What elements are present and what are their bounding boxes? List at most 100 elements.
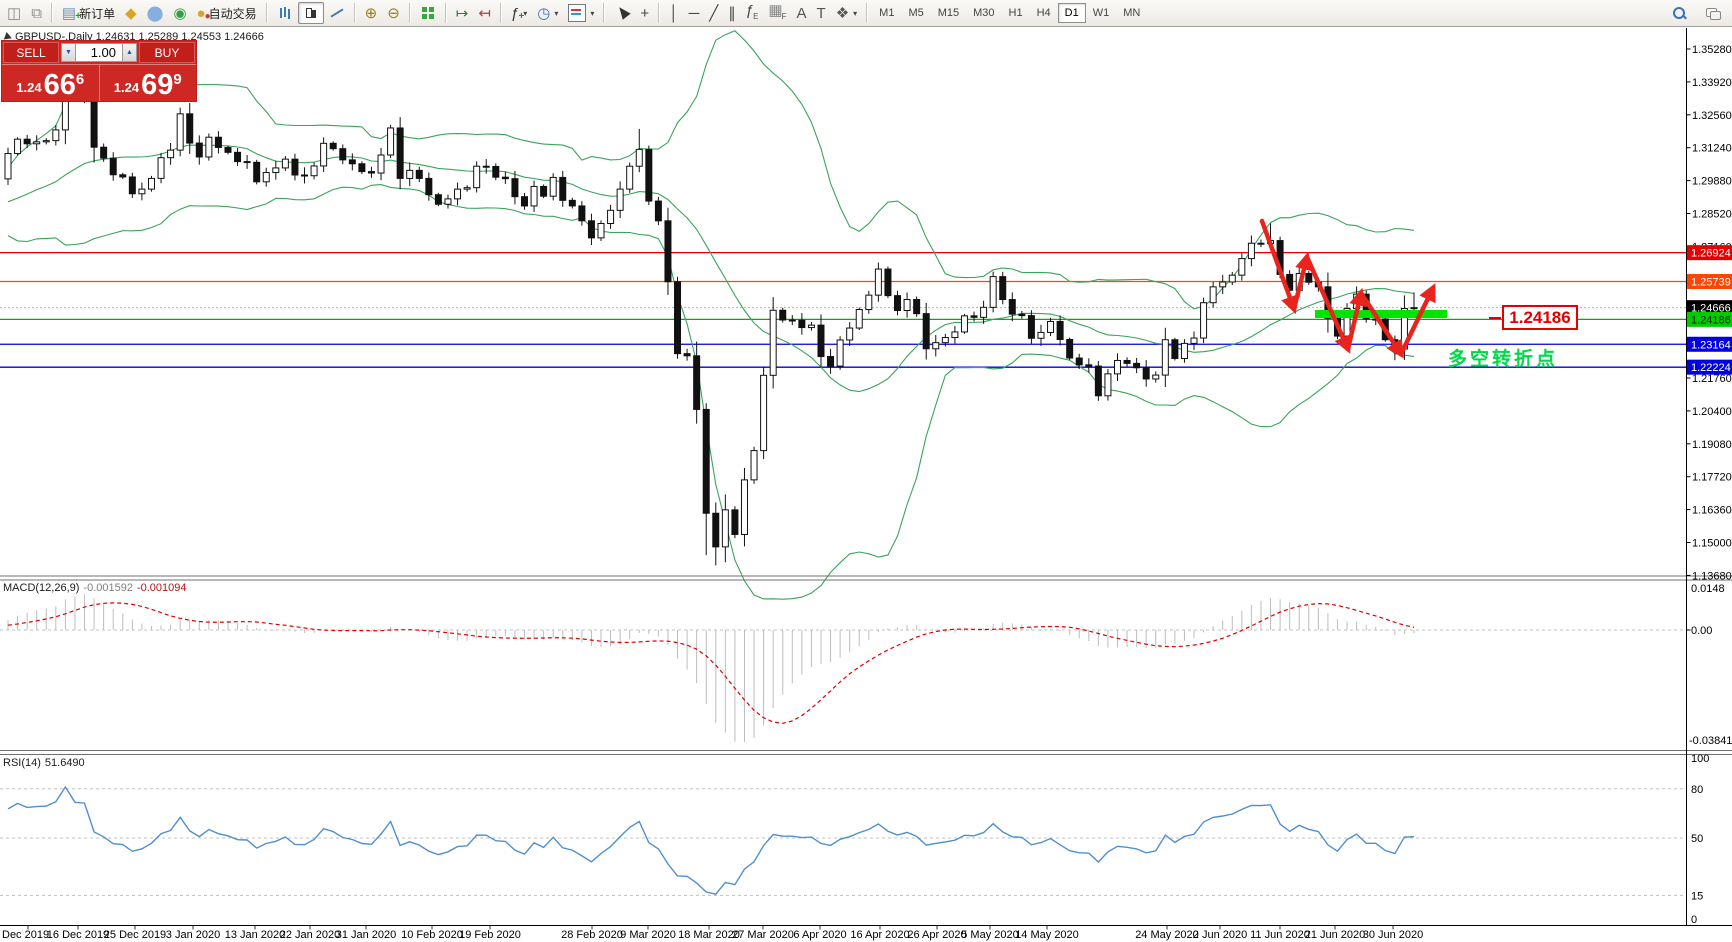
price-tick-label: 1.19080 bbox=[1692, 439, 1732, 451]
gold-icon: ◆ bbox=[125, 4, 137, 22]
profiles-icon[interactable]: ⧉ bbox=[26, 2, 47, 24]
sell-button[interactable]: SELL bbox=[3, 42, 59, 63]
timeframe-d1-button[interactable]: D1 bbox=[1057, 3, 1086, 23]
hline-icon[interactable]: ─ bbox=[684, 2, 705, 24]
trendline-icon[interactable]: ╱ bbox=[704, 2, 723, 24]
arrows-button[interactable]: ❖ ▾ bbox=[831, 2, 862, 24]
turning-point-note: 多空转折点 bbox=[1448, 349, 1559, 370]
indicators-icon: ƒ + bbox=[510, 4, 525, 22]
rsi-level-label: 80 bbox=[1691, 784, 1703, 796]
signal-icon[interactable]: ◉ bbox=[168, 2, 191, 24]
community-icon: ⬤ bbox=[146, 4, 164, 22]
buy-price[interactable]: 1.24 69 9 bbox=[100, 65, 197, 101]
macd-value-main: -0.001592 bbox=[83, 582, 133, 594]
auto-scroll-icon[interactable]: ↤ bbox=[473, 2, 496, 24]
search-icon[interactable] bbox=[1666, 2, 1692, 24]
auto-scroll-icon: ↤ bbox=[478, 4, 491, 22]
timeframe-h1-button[interactable]: H1 bbox=[1002, 3, 1030, 23]
mt4-window: ◫ ⧉ ▤ + 新订单 ◆ ⬤ ◉ ● ● 自动交易 ⊕ ⊖ ↦ ↤ ƒ + ▾ ◷ ▾ ▾ + │ ─ ╱ ∥ ƒE ▦F A T ❖ ▾ M… bbox=[0, 0, 1732, 942]
cursor-icon[interactable] bbox=[609, 2, 635, 24]
rsi-line bbox=[7, 785, 1415, 895]
date-label: 25 Dec 2019 bbox=[104, 929, 166, 941]
fibonacci-icon[interactable]: ƒE bbox=[741, 2, 764, 24]
community-icon[interactable]: ⬤ bbox=[142, 2, 169, 24]
bars-chart-icon[interactable] bbox=[272, 2, 298, 24]
timeframe-m15-button[interactable]: M15 bbox=[931, 3, 966, 23]
rsi-value: 51.6490 bbox=[44, 757, 85, 769]
price-tick-label: 1.31240 bbox=[1692, 143, 1732, 155]
timeframe-w1-button[interactable]: W1 bbox=[1086, 3, 1117, 23]
price-tick-label: 1.20400 bbox=[1692, 406, 1732, 418]
buy-button[interactable]: BUY bbox=[139, 42, 195, 63]
price-tick-label: 1.35280 bbox=[1692, 44, 1732, 56]
macd-histogram bbox=[7, 594, 1415, 742]
vline-icon: │ bbox=[669, 4, 679, 22]
date-label: 22 Jan 2020 bbox=[280, 929, 341, 941]
chart-canvas[interactable]: 1.35280 1.33920 1.32560 1.31240 1.29880 1.285… bbox=[0, 0, 1732, 942]
rsi-level-label: 50 bbox=[1691, 833, 1703, 845]
fibonacci-icon: ƒE bbox=[745, 1, 759, 21]
crosshair-icon: + bbox=[640, 4, 650, 22]
toolbar-separator bbox=[265, 3, 268, 23]
timeframe-mn-button[interactable]: MN bbox=[1116, 3, 1147, 23]
tile-windows-icon[interactable] bbox=[415, 2, 441, 24]
timeframe-m1-button[interactable]: M1 bbox=[872, 3, 901, 23]
grid-icon: ▦F bbox=[768, 1, 787, 21]
lot-size-stepper[interactable]: ▼ 1.00 ▲ bbox=[61, 43, 137, 62]
date-label: 16 Dec 2019 bbox=[47, 929, 109, 941]
templates-button[interactable]: ▾ bbox=[563, 2, 599, 24]
date-label: 14 May 2020 bbox=[1015, 929, 1079, 941]
price-tag-label: 1.23164 bbox=[1691, 339, 1731, 351]
date-label: 5 May 2020 bbox=[961, 929, 1018, 941]
price-tag-label: 1.22224 bbox=[1691, 362, 1731, 374]
autotrade-button[interactable]: ● ● 自动交易 bbox=[192, 2, 262, 24]
lot-size-value[interactable]: 1.00 bbox=[76, 43, 122, 62]
crosshair-icon[interactable]: + bbox=[635, 2, 654, 24]
hline-icon: ─ bbox=[688, 4, 700, 22]
sell-price[interactable]: 1.24 66 6 bbox=[2, 65, 100, 101]
sell-price-main: 66 bbox=[43, 69, 76, 101]
bollinger-lower-band bbox=[7, 184, 1415, 600]
lot-increase-button[interactable]: ▲ bbox=[122, 43, 137, 62]
timeframe-m30-button[interactable]: M30 bbox=[966, 3, 1001, 23]
trendline-icon: ╱ bbox=[709, 4, 719, 22]
sell-price-prefix: 1.24 bbox=[16, 80, 42, 95]
indicators-button[interactable]: ƒ + ▾ bbox=[506, 2, 532, 24]
new-chart-icon[interactable]: ◫ bbox=[2, 2, 26, 24]
periods-icon: ◷ bbox=[537, 4, 551, 22]
buy-price-pip: 9 bbox=[173, 71, 182, 88]
new-chart-icon: ◫ bbox=[7, 4, 22, 22]
candles-chart-icon[interactable] bbox=[297, 2, 324, 24]
templates-icon bbox=[568, 4, 587, 22]
chart-shift-icon[interactable]: ↦ bbox=[451, 2, 474, 24]
text-label-icon[interactable]: T bbox=[812, 2, 831, 24]
equidistant-channel-icon[interactable]: ∥ bbox=[723, 2, 741, 24]
line-chart-icon[interactable] bbox=[324, 2, 350, 24]
text-icon[interactable]: A bbox=[792, 2, 812, 24]
price-tick-label: 1.32560 bbox=[1692, 110, 1732, 122]
gold-icon[interactable]: ◆ bbox=[120, 2, 142, 24]
zoom-out-icon[interactable]: ⊖ bbox=[382, 2, 405, 24]
chat-icon[interactable] bbox=[1700, 2, 1726, 24]
dropdown-caret-icon: ▾ bbox=[554, 8, 559, 18]
date-label: 21 Jun 2020 bbox=[1305, 929, 1366, 941]
macd-name: MACD(12,26,9) bbox=[3, 582, 80, 594]
timeframe-h4-button[interactable]: H4 bbox=[1030, 3, 1058, 23]
price-tick-label: 1.29880 bbox=[1692, 176, 1732, 188]
lot-decrease-button[interactable]: ▼ bbox=[61, 43, 76, 62]
date-label: 27 Mar 2020 bbox=[732, 929, 794, 941]
new-order-button[interactable]: ▤ + 新订单 bbox=[57, 2, 120, 24]
toolbar-separator bbox=[353, 3, 356, 23]
toolbar-separator bbox=[444, 3, 447, 23]
date-label: 26 Apr 2020 bbox=[907, 929, 966, 941]
date-label: 2 Jun 2020 bbox=[1193, 929, 1247, 941]
vline-icon[interactable]: │ bbox=[664, 2, 683, 24]
zoom-in-icon[interactable]: ⊕ bbox=[360, 2, 383, 24]
toolbar-separator bbox=[50, 3, 53, 23]
date-label: 11 Jun 2020 bbox=[1250, 929, 1310, 941]
grid-icon[interactable]: ▦F bbox=[763, 2, 791, 24]
timeframe-m5-button[interactable]: M5 bbox=[901, 3, 930, 23]
toolbar-separator bbox=[499, 3, 502, 23]
periods-button[interactable]: ◷ ▾ bbox=[532, 2, 563, 24]
macd-value-signal: -0.001094 bbox=[136, 582, 187, 594]
